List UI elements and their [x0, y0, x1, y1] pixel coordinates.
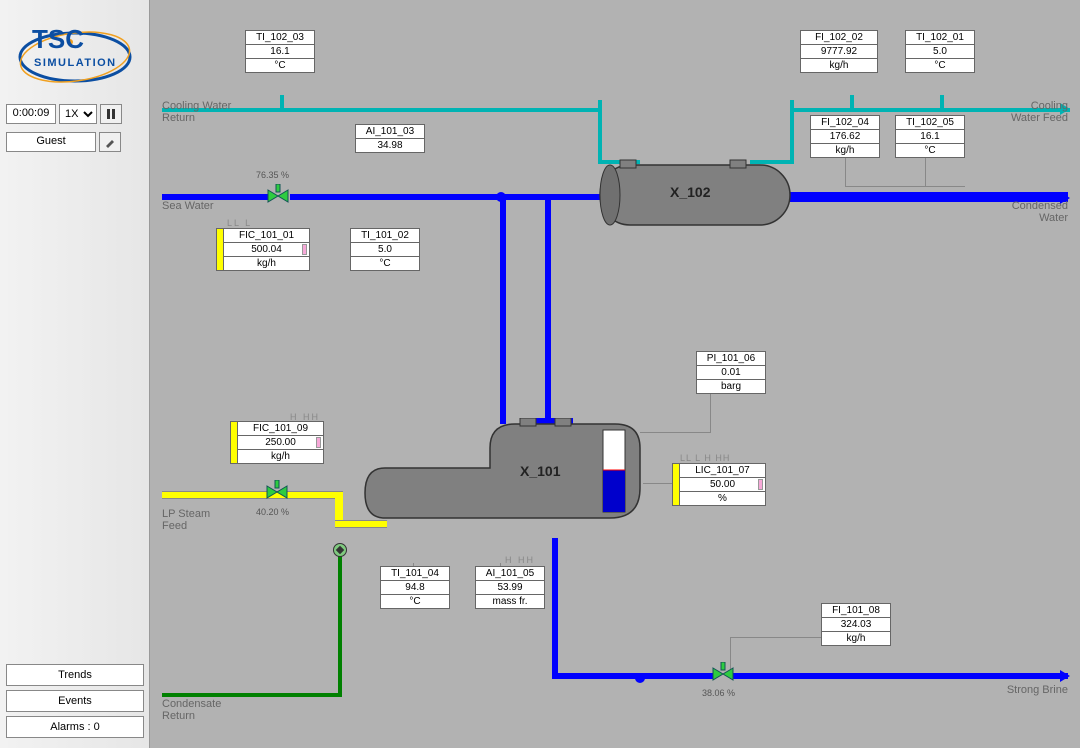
speed-select[interactable]: 1X	[59, 104, 97, 124]
label-condensate-return: Condensate Return	[162, 698, 221, 722]
controller-lic-101-07[interactable]: LIC_101_07 50.00 %	[672, 463, 766, 506]
tag-ai-101-03[interactable]: AI_101_03 34.98	[355, 124, 425, 153]
tag-pi-101-06[interactable]: PI_101_06 0.01 barg	[696, 351, 766, 394]
tag-ti-102-03[interactable]: TI_102_03 16.1 °C	[245, 30, 315, 73]
process-canvas: X_102 X_101 76.35 % 40.20 % 38.06 % Cool…	[150, 0, 1080, 748]
tag-fi-102-02[interactable]: FI_102_02 9777.92 kg/h	[800, 30, 878, 73]
tag-fi-102-04[interactable]: FI_102_04 176.62 kg/h	[810, 115, 880, 158]
svg-text:TSC: TSC	[32, 24, 84, 54]
alarms-button[interactable]: Alarms : 0	[6, 716, 144, 738]
sidebar: TSC SIMULATION 0:00:09 1X Guest Trends E…	[0, 0, 150, 748]
valve2-label: 40.20 %	[256, 507, 289, 517]
label-strong-brine: Strong Brine	[1007, 684, 1068, 696]
trends-button[interactable]: Trends	[6, 664, 144, 686]
label-sea-water: Sea Water	[162, 200, 214, 212]
valve3-label: 38.06 %	[702, 688, 735, 698]
tag-ti-102-01[interactable]: TI_102_01 5.0 °C	[905, 30, 975, 73]
tag-ai-101-05[interactable]: AI_101_05 53.99 mass fr.	[475, 566, 545, 609]
sim-time: 0:00:09	[6, 104, 56, 124]
tag-ti-102-05[interactable]: TI_102_05 16.1 °C	[895, 115, 965, 158]
controller-fic-101-01[interactable]: FIC_101_01 500.04 kg/h	[216, 228, 310, 271]
valve-brine[interactable]	[711, 662, 735, 686]
valve-fic101_09[interactable]	[265, 480, 289, 504]
user-button[interactable]: Guest	[6, 132, 96, 152]
valve1-label: 76.35 %	[256, 170, 289, 180]
vessel-x102-label: X_102	[670, 184, 710, 200]
valve-fic101_01[interactable]	[266, 184, 290, 208]
tag-ti-101-02[interactable]: TI_101_02 5.0 °C	[350, 228, 420, 271]
tag-fi-101-08[interactable]: FI_101_08 324.03 kg/h	[821, 603, 891, 646]
arrow-icon	[1060, 670, 1070, 682]
events-button[interactable]: Events	[6, 690, 144, 712]
label-cooling-feed: Cooling Water Feed	[1011, 100, 1068, 124]
controller-fic-101-09[interactable]: FIC_101_09 250.00 kg/h	[230, 421, 324, 464]
tag-ti-101-04[interactable]: TI_101_04 94.8 °C	[380, 566, 450, 609]
label-lp-steam: LP Steam Feed	[162, 508, 210, 532]
vessel-x101-label: X_101	[520, 463, 560, 479]
label-condensed-water: Condensed Water	[1012, 200, 1068, 224]
pump-icon	[333, 543, 347, 557]
pause-button[interactable]	[100, 104, 122, 124]
tools-button[interactable]	[99, 132, 121, 152]
vessel-x101[interactable]	[355, 418, 650, 544]
label-cooling-return: Cooling Water Return	[162, 100, 231, 124]
logo: TSC SIMULATION	[0, 0, 150, 100]
svg-text:SIMULATION: SIMULATION	[34, 57, 117, 69]
